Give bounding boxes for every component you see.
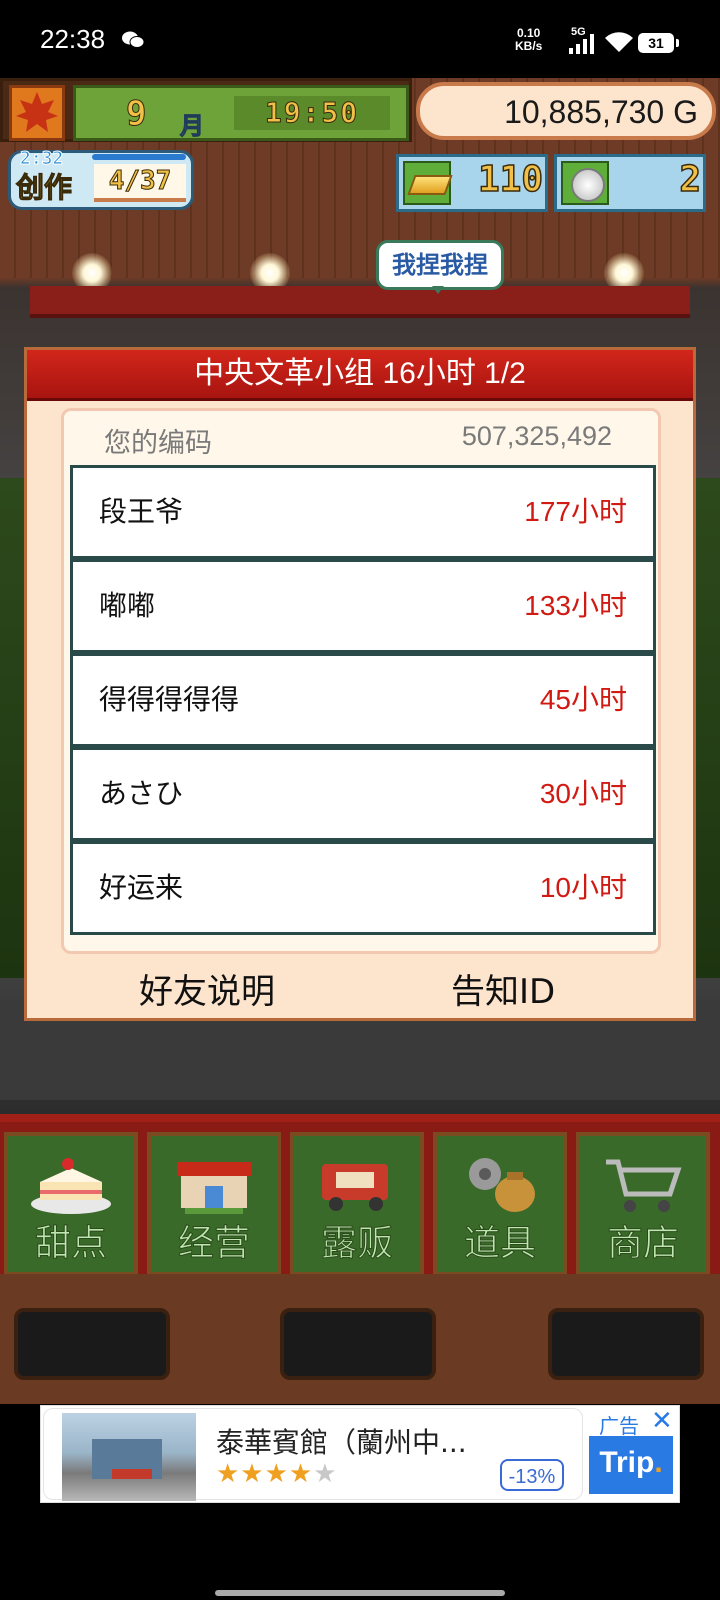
coin-count: 2 (679, 158, 702, 201)
nav-item-items[interactable]: 道具 (433, 1132, 567, 1276)
dialog-title: 中央文革小组 16小时 1/2 (194, 357, 526, 390)
speech-bubble[interactable]: 我捏我捏 (376, 240, 504, 290)
nav-item-stall[interactable]: 露贩 (290, 1132, 424, 1276)
game-scene: 9 月 19:50 10,885,730 G 2:32 创作 4/37 110 … (0, 78, 720, 1404)
create-count: 4/37 (94, 164, 186, 202)
gold-count: 110 (477, 158, 544, 201)
food-truck-icon (322, 1164, 388, 1211)
code-value: 507,325,492 (461, 421, 612, 451)
status-time: 22:38 (40, 24, 106, 54)
friend-list: 段王爷 177小时 嘟嘟 133小时 得得得得得 45小时 あさひ 30小时 好… (70, 465, 656, 935)
gear-bag-icon (469, 1158, 535, 1212)
ad-tag: 广告 (599, 1414, 639, 1438)
month-value: 9 (125, 94, 147, 135)
item-slot[interactable] (548, 1308, 704, 1380)
net-speed: 0.10 KB/s (515, 26, 543, 53)
item-slot[interactable] (280, 1308, 436, 1380)
battery-icon: 31 (638, 33, 679, 53)
friend-name: 好运来 (99, 871, 184, 904)
friend-hours: 133小时 (524, 590, 627, 621)
friend-name: 嘟嘟 (99, 589, 156, 622)
coin-panel[interactable]: 2 (554, 154, 706, 212)
maple-leaf-icon[interactable] (9, 85, 65, 141)
item-slot[interactable] (14, 1308, 170, 1380)
nav-label: 甜点 (34, 1223, 107, 1265)
speech-bubble-tail (432, 286, 444, 294)
shop-building-icon (177, 1162, 251, 1214)
nav-label: 道具 (463, 1223, 536, 1265)
wifi-icon (605, 32, 633, 52)
dialog-header: 中央文革小组 16小时 1/2 (27, 350, 693, 401)
wechat-icon (122, 31, 144, 48)
friend-dialog: 中央文革小组 16小时 1/2 您的编码 507,325,492 段王爷 177… (24, 347, 696, 1021)
friend-help-button[interactable]: 好友说明 (139, 964, 275, 1013)
money-panel: 10,885,730 G (416, 82, 716, 140)
status-bar: 22:38 0.10 KB/s 5G 31 (0, 0, 720, 78)
cake-icon (31, 1158, 111, 1214)
friend-row[interactable]: 嘟嘟 133小时 (73, 562, 653, 650)
nav-label: 露贩 (320, 1223, 393, 1265)
silver-coin-icon (561, 161, 609, 205)
create-progress-bar (92, 154, 186, 160)
gold-panel[interactable]: 110 (396, 154, 548, 212)
friend-row[interactable]: 段王爷 177小时 (73, 468, 653, 556)
nav-item-manage[interactable]: 经营 (147, 1132, 281, 1276)
ad-card[interactable]: 泰華賓館（蘭州中... ★★★★★ -13% (43, 1408, 583, 1501)
home-indicator[interactable] (215, 1590, 505, 1596)
hotel-photo (62, 1413, 196, 1501)
friend-hours: 177小时 (524, 496, 627, 527)
ad-title: 泰華賓館（蘭州中... (216, 1426, 467, 1459)
game-clock: 19:50 (234, 96, 390, 130)
battery-level: 31 (648, 35, 664, 51)
friend-hours: 10小时 (539, 872, 627, 903)
ad-rating-stars: ★★★★★ (216, 1459, 338, 1489)
bottom-nav: 甜点 经营 露贩 道具 商店 (0, 1114, 720, 1278)
friend-name: 段王爷 (99, 495, 184, 528)
shopping-cart-icon (606, 1159, 682, 1212)
nav-item-store[interactable]: 商店 (576, 1132, 710, 1276)
friend-panel: 您的编码 507,325,492 段王爷 177小时 嘟嘟 133小时 得得得得… (61, 408, 661, 954)
notify-id-button[interactable]: 告知ID (451, 964, 555, 1013)
nav-label: 经营 (177, 1223, 250, 1265)
close-icon[interactable]: ✕ (651, 1406, 673, 1436)
month-clock-panel: 9 月 19:50 (73, 85, 409, 141)
nav-item-dessert[interactable]: 甜点 (4, 1132, 138, 1276)
friend-row[interactable]: あさひ 30小时 (73, 750, 653, 838)
ad-banner[interactable]: 泰華賓館（蘭州中... ★★★★★ -13% 广告 ✕ Trip. (40, 1405, 680, 1503)
date-panel: 9 月 19:50 (0, 78, 412, 142)
friend-row[interactable]: 好运来 10小时 (73, 844, 653, 932)
create-label: 创作 (15, 171, 73, 205)
shop-awning (30, 286, 690, 318)
month-unit: 月 (180, 112, 205, 141)
nav-label: 商店 (606, 1223, 679, 1265)
signal-icon (569, 34, 594, 54)
friend-name: 得得得得得 (99, 683, 240, 716)
friend-hours: 30小时 (539, 778, 627, 809)
friend-hours: 45小时 (539, 684, 627, 715)
ad-discount-badge: -13% (500, 1459, 564, 1491)
gold-bar-icon (403, 161, 453, 205)
friend-row[interactable]: 得得得得得 45小时 (73, 656, 653, 744)
friend-name: あさひ (99, 777, 184, 810)
trip-logo: Trip. (589, 1436, 673, 1494)
code-label: 您的编码 (104, 428, 212, 459)
money-value: 10,885,730 G (504, 94, 698, 130)
